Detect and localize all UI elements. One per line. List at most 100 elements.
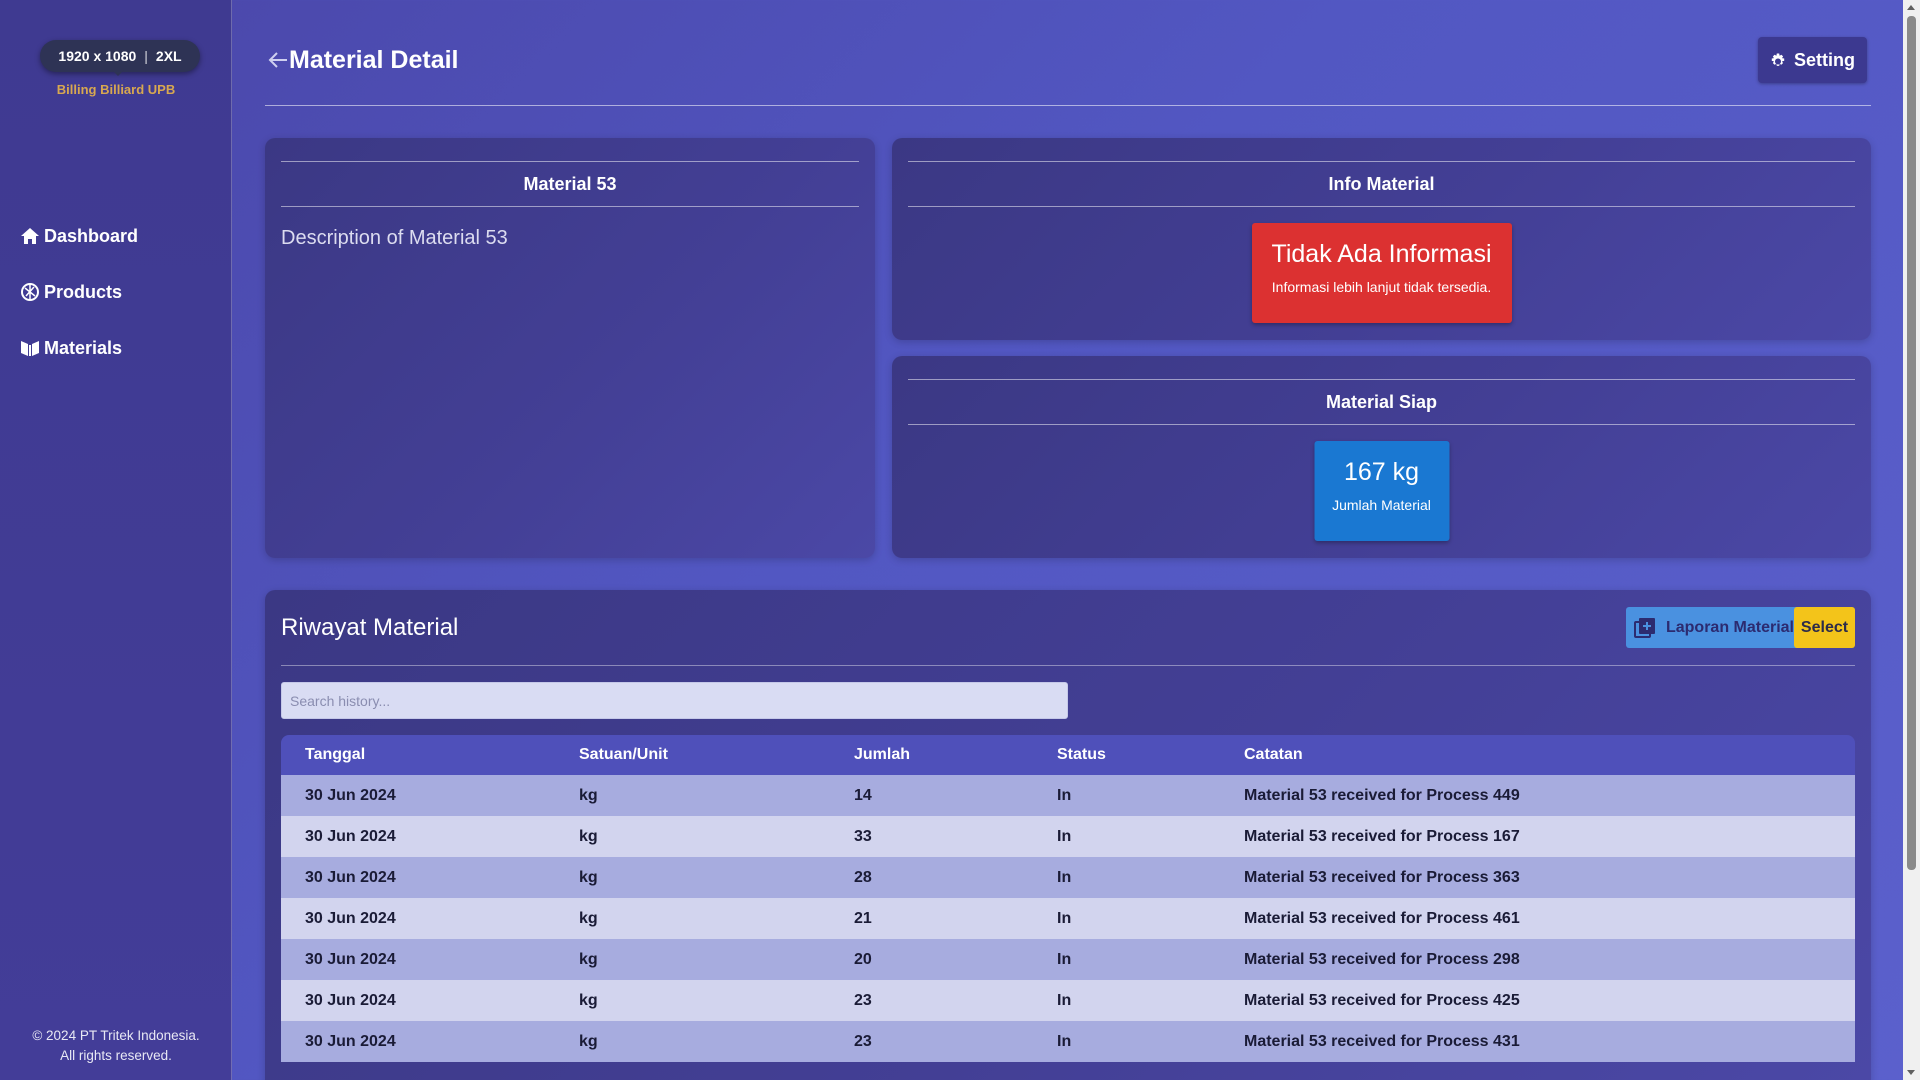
select-button[interactable]: Select xyxy=(1794,607,1855,648)
table-row[interactable]: 30 Jun 2024 kg 20 In Material 53 receive… xyxy=(281,939,1855,980)
page-title: Material Detail xyxy=(289,46,459,74)
cell-note: Material 53 received for Process 449 xyxy=(1244,786,1520,804)
sidebar-item-dashboard[interactable]: Dashboard xyxy=(20,216,138,256)
column-header-note[interactable]: Catatan xyxy=(1220,735,1855,775)
sidebar-item-products[interactable]: Products xyxy=(20,272,138,312)
sidebar: 1920 x 1080 | 2XL Billing Billiard UPB D… xyxy=(0,0,232,1080)
materials-icon xyxy=(21,341,39,356)
back-arrow-icon[interactable] xyxy=(267,49,289,71)
history-title: Riwayat Material xyxy=(281,614,459,641)
history-card: Riwayat Material Laporan Material Select… xyxy=(265,590,1871,1080)
copyright-line-1: © 2024 PT Tritek Indonesia. xyxy=(32,1028,200,1043)
cell-unit: kg xyxy=(579,868,598,886)
breakpoint-badge: 1920 x 1080 | 2XL xyxy=(40,40,200,72)
scroll-up-arrow-icon[interactable] xyxy=(1907,5,1915,10)
table-row[interactable]: 30 Jun 2024 kg 21 In Material 53 receive… xyxy=(281,898,1855,939)
scroll-down-arrow-icon[interactable] xyxy=(1907,1070,1915,1075)
report-button-label: Laporan Material xyxy=(1665,618,1794,636)
column-header-date[interactable]: Tanggal xyxy=(281,735,555,775)
cell-date: 30 Jun 2024 xyxy=(305,827,396,845)
copyright-line-2: All rights reserved. xyxy=(60,1048,172,1063)
table-row[interactable]: 30 Jun 2024 kg 14 In Material 53 receive… xyxy=(281,775,1855,816)
cell-note: Material 53 received for Process 431 xyxy=(1244,1032,1520,1050)
no-info-alert: Tidak Ada Informasi Informasi lebih lanj… xyxy=(1251,223,1512,323)
cell-note: Material 53 received for Process 167 xyxy=(1244,827,1520,845)
scroll-thumb[interactable] xyxy=(1907,16,1916,870)
sidebar-item-label: Dashboard xyxy=(44,225,139,246)
cell-status: In xyxy=(1057,909,1072,927)
cell-status: In xyxy=(1057,827,1072,845)
material-card-title: Material 53 xyxy=(281,161,859,207)
add-box-icon xyxy=(1633,617,1655,638)
cell-unit: kg xyxy=(579,786,598,804)
material-card: Material 53 Description of Material 53 xyxy=(265,138,875,558)
cell-note: Material 53 received for Process 298 xyxy=(1244,950,1520,968)
page-scrollbar[interactable] xyxy=(1903,0,1920,1080)
column-header-status[interactable]: Status xyxy=(1033,735,1220,775)
material-ready-card: Material Siap 167 kg Jumlah Material xyxy=(892,356,1871,558)
table-row[interactable]: 30 Jun 2024 kg 33 In Material 53 receive… xyxy=(281,816,1855,857)
cell-amount: 28 xyxy=(854,868,872,886)
cell-amount: 20 xyxy=(854,950,872,968)
brand-logo-text: Billing Billiard UPB xyxy=(56,82,176,97)
cell-date: 30 Jun 2024 xyxy=(305,1032,396,1050)
column-header-unit[interactable]: Satuan/Unit xyxy=(555,735,830,775)
cell-note: Material 53 received for Process 425 xyxy=(1244,991,1520,1009)
home-icon xyxy=(21,228,39,244)
info-material-card: Info Material Tidak Ada Informasi Inform… xyxy=(892,138,1871,340)
table-row[interactable]: 30 Jun 2024 kg 23 In Material 53 receive… xyxy=(281,1021,1855,1062)
table-row[interactable]: 30 Jun 2024 kg 23 In Material 53 receive… xyxy=(281,980,1855,1021)
cell-unit: kg xyxy=(579,1032,598,1050)
table-header-row: Tanggal Satuan/Unit Jumlah Status Catata… xyxy=(281,735,1855,775)
breakpoint-size: 1920 x 1080 xyxy=(58,48,137,64)
stock-card-title: Material Siap xyxy=(908,379,1855,425)
main-content: Material Detail Setting Material 53 Desc… xyxy=(265,0,1871,1080)
cell-status: In xyxy=(1057,991,1072,1009)
breakpoint-label: 2XL xyxy=(155,48,182,64)
cell-date: 30 Jun 2024 xyxy=(305,868,396,886)
column-header-amount[interactable]: Jumlah xyxy=(830,735,1033,775)
cell-unit: kg xyxy=(579,827,598,845)
quantity-box: 167 kg Jumlah Material xyxy=(1314,441,1449,541)
cell-unit: kg xyxy=(579,950,598,968)
sidebar-item-label: Products xyxy=(44,281,123,302)
cell-date: 30 Jun 2024 xyxy=(305,991,396,1009)
alert-text: Informasi lebih lanjut tidak tersedia. xyxy=(1271,279,1492,295)
cell-note: Material 53 received for Process 363 xyxy=(1244,868,1520,886)
quantity-value: 167 kg xyxy=(1343,458,1420,486)
info-card-title: Info Material xyxy=(908,161,1855,207)
search-history-input[interactable] xyxy=(281,682,1068,719)
material-description: Description of Material 53 xyxy=(281,227,508,249)
history-table: Tanggal Satuan/Unit Jumlah Status Catata… xyxy=(281,735,1855,1062)
sidebar-nav: Dashboard Products Materials xyxy=(20,216,138,384)
setting-button[interactable]: Setting xyxy=(1758,37,1867,83)
products-icon xyxy=(21,283,39,301)
gear-icon xyxy=(1771,53,1785,66)
cell-amount: 23 xyxy=(854,991,872,1009)
cell-amount: 33 xyxy=(854,827,872,845)
table-row[interactable]: 30 Jun 2024 kg 28 In Material 53 receive… xyxy=(281,857,1855,898)
page-header: Material Detail Setting xyxy=(265,0,1871,106)
history-divider xyxy=(281,665,1855,666)
copyright: © 2024 PT Tritek Indonesia. All rights r… xyxy=(0,1026,232,1066)
cell-unit: kg xyxy=(579,991,598,1009)
sidebar-item-materials[interactable]: Materials xyxy=(20,328,138,368)
cell-date: 30 Jun 2024 xyxy=(305,950,396,968)
badge-caret xyxy=(112,70,124,76)
cell-status: In xyxy=(1057,950,1072,968)
cell-status: In xyxy=(1057,1032,1072,1050)
cell-status: In xyxy=(1057,868,1072,886)
cell-unit: kg xyxy=(579,909,598,927)
cell-date: 30 Jun 2024 xyxy=(305,909,396,927)
cell-amount: 14 xyxy=(854,786,872,804)
quantity-label: Jumlah Material xyxy=(1332,497,1431,513)
alert-title: Tidak Ada Informasi xyxy=(1271,240,1492,268)
cell-amount: 23 xyxy=(854,1032,872,1050)
sidebar-item-label: Materials xyxy=(44,337,123,358)
cell-amount: 21 xyxy=(854,909,872,927)
setting-label: Setting xyxy=(1794,49,1855,70)
material-report-button[interactable]: Laporan Material xyxy=(1625,607,1802,648)
cell-date: 30 Jun 2024 xyxy=(305,786,396,804)
cell-status: In xyxy=(1057,786,1072,804)
cell-note: Material 53 received for Process 461 xyxy=(1244,909,1520,927)
